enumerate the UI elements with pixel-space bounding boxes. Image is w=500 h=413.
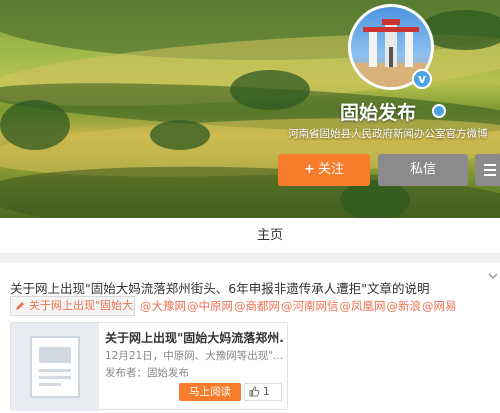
- section-divider: [0, 254, 500, 263]
- mention-link[interactable]: @中原网: [187, 299, 233, 313]
- follow-label: 关注: [317, 162, 344, 177]
- card-title: 关于网上出现"固始大妈流落郑州...: [105, 331, 285, 345]
- thumbs-up-icon: [249, 386, 260, 397]
- more-menu-button[interactable]: [475, 154, 500, 186]
- article-thumbnail: [11, 323, 99, 411]
- article-link-label: 关于网上出现"固始大妈流落郑州: [29, 299, 134, 312]
- tab-home[interactable]: 主页: [0, 218, 500, 254]
- profile-description: 河南省固始县人民政府新闻办公室官方微博: [288, 128, 488, 140]
- read-now-button[interactable]: 马上阅读: [179, 383, 241, 401]
- message-label: 私信: [409, 162, 436, 177]
- mention-link[interactable]: @河南网信: [281, 299, 339, 313]
- article-link-chip[interactable]: 关于网上出现"固始大妈流落郑州: [10, 296, 135, 316]
- official-badge-icon: [432, 104, 446, 118]
- mention-link[interactable]: @大豫网: [140, 299, 186, 313]
- pencil-icon: [16, 302, 24, 310]
- mentions: @大豫网@中原网@商都网@河南网信@凤凰网@新浪@网易: [140, 298, 458, 314]
- plus-icon: +: [304, 162, 315, 177]
- card-author: 发布者：固始发布: [105, 367, 189, 379]
- follow-button[interactable]: + 关注: [278, 154, 370, 186]
- like-count: 1: [263, 386, 270, 398]
- post-title: 关于网上出现"固始大妈流落郑州街头、6年申报非遗传承人遭拒"文章的说明: [10, 281, 430, 296]
- document-icon: [30, 336, 80, 398]
- verified-badge-icon: v: [412, 69, 432, 89]
- article-card[interactable]: 关于网上出现"固始大妈流落郑州... 12月21日，中原网、大豫网等出现"...…: [10, 322, 288, 411]
- mention-link[interactable]: @凤凰网: [340, 299, 386, 313]
- card-summary: 12月21日，中原网、大豫网等出现"...: [105, 350, 284, 362]
- like-button[interactable]: 1: [244, 383, 282, 401]
- message-button[interactable]: 私信: [378, 154, 468, 186]
- weibo-profile-page: v 固始发布 河南省固始县人民政府新闻办公室官方微博 + 关注 私信 主页 关于网…: [0, 0, 500, 413]
- profile-tabbar: 主页: [0, 218, 500, 254]
- chevron-down-icon[interactable]: [487, 270, 499, 282]
- mention-link[interactable]: @新浪: [387, 299, 422, 313]
- mention-link[interactable]: @商都网: [234, 299, 280, 313]
- mention-link[interactable]: @网易: [422, 299, 457, 313]
